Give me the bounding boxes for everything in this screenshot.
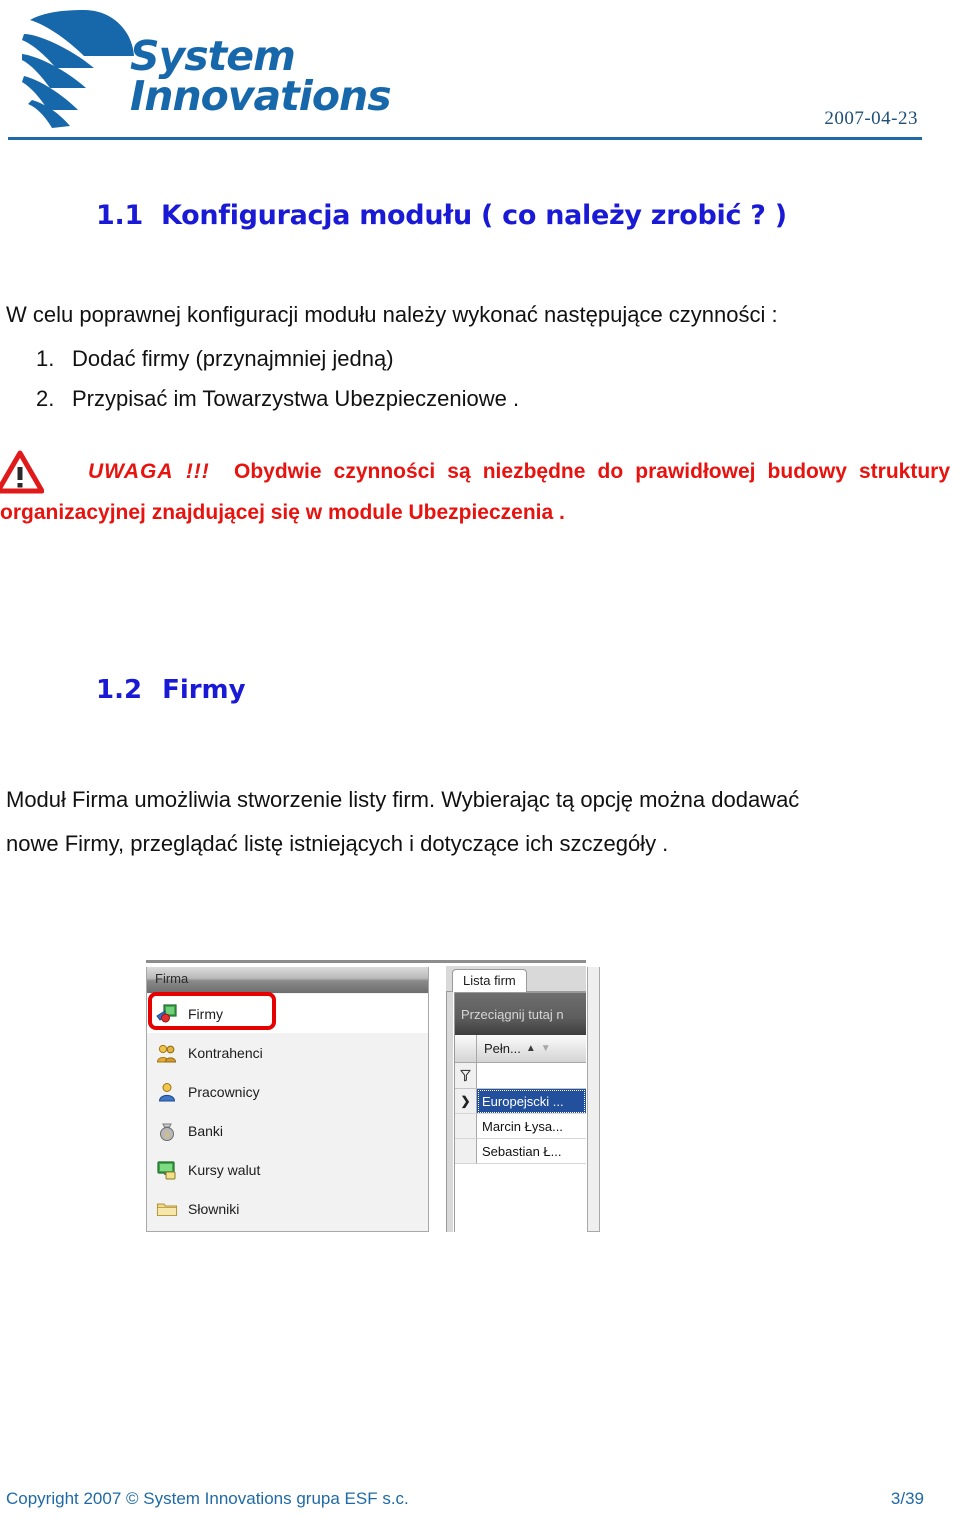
filter-funnel-icon[interactable] [455, 1063, 477, 1089]
contractors-people-icon [156, 1042, 178, 1064]
grid-empty-area [455, 1164, 586, 1232]
sort-descending-triangle-icon[interactable]: ▼ [541, 1043, 551, 1054]
tab-lista-firm[interactable]: Lista firm [452, 969, 527, 993]
sidebar-item-label: Firmy [188, 1005, 223, 1022]
table-row[interactable]: Marcin Łysa... [455, 1114, 586, 1139]
header-date: 2007-04-23 [824, 108, 918, 129]
navigation-items-list: Firmy Kontrahenci Pracownicy $ Banki Kur… [147, 994, 428, 1228]
table-cell-name: Europejscki ... [477, 1089, 586, 1114]
column-header-pelna[interactable]: Pełn... ▲ ▼ [477, 1035, 586, 1063]
filter-row [455, 1063, 586, 1089]
navigation-panel-header-label: Firma [155, 971, 189, 986]
grid-body: Przeciągnij tutaj n Pełn... ▲ ▼ ❯ Europe… [454, 992, 586, 1232]
list-item-marker: 1. [36, 346, 55, 371]
embedded-application-screenshot: Firma Firmy Kontrahenci Pracownicy $ Ban… [146, 960, 600, 1235]
logo-line-2: Innovations [130, 71, 392, 120]
sidebar-item-label: Kursy walut [188, 1161, 261, 1178]
firms-icon [156, 1003, 178, 1025]
table-row[interactable]: Sebastian Ł... [455, 1139, 586, 1164]
column-header-row: Pełn... ▲ ▼ [455, 1035, 586, 1063]
section-title-1-2: Firmy [162, 675, 246, 705]
firmy-paragraph-line-1: Moduł Firma umożliwia stworzenie listy f… [6, 787, 800, 812]
sidebar-item-slowniki[interactable]: Słowniki [147, 1189, 428, 1228]
row-indicator-column-header [455, 1035, 477, 1063]
svg-text:$: $ [165, 1130, 169, 1139]
lista-firm-grid-panel: Lista firm Przeciągnij tutaj n Pełn... ▲… [446, 966, 586, 1234]
sidebar-item-label: Kontrahenci [188, 1044, 263, 1061]
section-number-1-2: 1.2 [96, 675, 143, 705]
sidebar-item-label: Pracownicy [188, 1083, 260, 1100]
logo-line-1: System [130, 32, 296, 80]
row-indicator [455, 1139, 477, 1164]
section-heading-1-2: 1.2 Firmy [96, 675, 246, 705]
folder-icon [156, 1198, 178, 1220]
employee-person-icon [156, 1081, 178, 1103]
current-row-arrow-icon: ❯ [455, 1089, 477, 1114]
list-item-label: Dodać firmy (przynajmniej jedną) [72, 346, 394, 371]
table-cell-name: Sebastian Ł... [477, 1139, 586, 1164]
tab-strip: Lista firm [446, 966, 586, 993]
section-heading-1-1: 1.1 Konfiguracja modułu ( co należy zrobi… [96, 200, 787, 231]
list-item-marker: 2. [36, 386, 55, 411]
logo-wordmark: System Innovations [130, 32, 430, 120]
firmy-description-paragraph: Moduł Firma umożliwia stworzenie listy f… [6, 778, 946, 866]
firmy-paragraph-line-2: nowe Firmy, przeglądać listę istniejącyc… [6, 831, 669, 856]
footer-page-number: 3/39 [890, 1489, 924, 1508]
table-cell-name: Marcin Łysa... [477, 1114, 586, 1139]
company-logo: System Innovations [22, 8, 402, 130]
page-header: System Innovations 2007-04-23 [0, 0, 960, 140]
firma-navigation-panel: Firma Firmy Kontrahenci Pracownicy $ Ban… [146, 967, 429, 1232]
table-row[interactable]: ❯ Europejscki ... [455, 1089, 586, 1114]
filter-input-cell[interactable] [477, 1063, 586, 1089]
header-divider-rule [8, 137, 922, 140]
warning-label: UWAGA !!! [88, 460, 210, 483]
section-number-1-1: 1.1 [96, 200, 143, 231]
column-header-label: Pełn... [484, 1041, 521, 1056]
footer-copyright: Copyright 2007 © System Innovations grup… [6, 1489, 409, 1508]
globe-stripes-logo-icon [22, 10, 134, 128]
warning-text: UWAGA !!! Obydwie czynności są niezbędne… [0, 452, 950, 534]
sort-ascending-triangle-icon[interactable]: ▲ [526, 1043, 536, 1054]
screenshot-top-border [146, 960, 586, 963]
section-title-1-1: Konfiguracja modułu ( co należy zrobić ?… [160, 200, 787, 231]
sidebar-item-pracownicy[interactable]: Pracownicy [147, 1072, 428, 1111]
group-by-drop-area[interactable]: Przeciągnij tutaj n [455, 993, 586, 1035]
money-bag-icon: $ [156, 1120, 178, 1142]
list-item: 1. Dodać firmy (przynajmniej jedną) [36, 346, 916, 372]
intro-paragraph: W celu poprawnej konfiguracji modułu nal… [6, 302, 778, 327]
navigation-panel-scrollbar[interactable] [587, 967, 600, 1232]
sidebar-item-banki[interactable]: $ Banki [147, 1111, 428, 1150]
grid-left-edge [446, 992, 453, 1232]
row-indicator [455, 1114, 477, 1139]
list-item-label: Przypisać im Towarzystwa Ubezpieczeniowe… [72, 386, 520, 411]
list-item: 2. Przypisać im Towarzystwa Ubezpieczenio… [36, 386, 916, 412]
sidebar-item-label: Słowniki [188, 1200, 240, 1217]
group-by-drop-area-label: Przeciągnij tutaj n [461, 1007, 564, 1022]
sidebar-item-kontrahenci[interactable]: Kontrahenci [147, 1033, 428, 1072]
grid-rows-list: ❯ Europejscki ... Marcin Łysa... Sebasti… [455, 1089, 586, 1164]
configuration-steps-list: 1. Dodać firmy (przynajmniej jedną) 2. Prz… [36, 346, 916, 426]
navigation-panel-header: Firma [147, 967, 428, 993]
currency-monitor-icon [156, 1159, 178, 1181]
sidebar-item-kursy-walut[interactable]: Kursy walut [147, 1150, 428, 1189]
sidebar-item-firmy[interactable]: Firmy [147, 994, 428, 1033]
sidebar-item-label: Banki [188, 1122, 224, 1139]
